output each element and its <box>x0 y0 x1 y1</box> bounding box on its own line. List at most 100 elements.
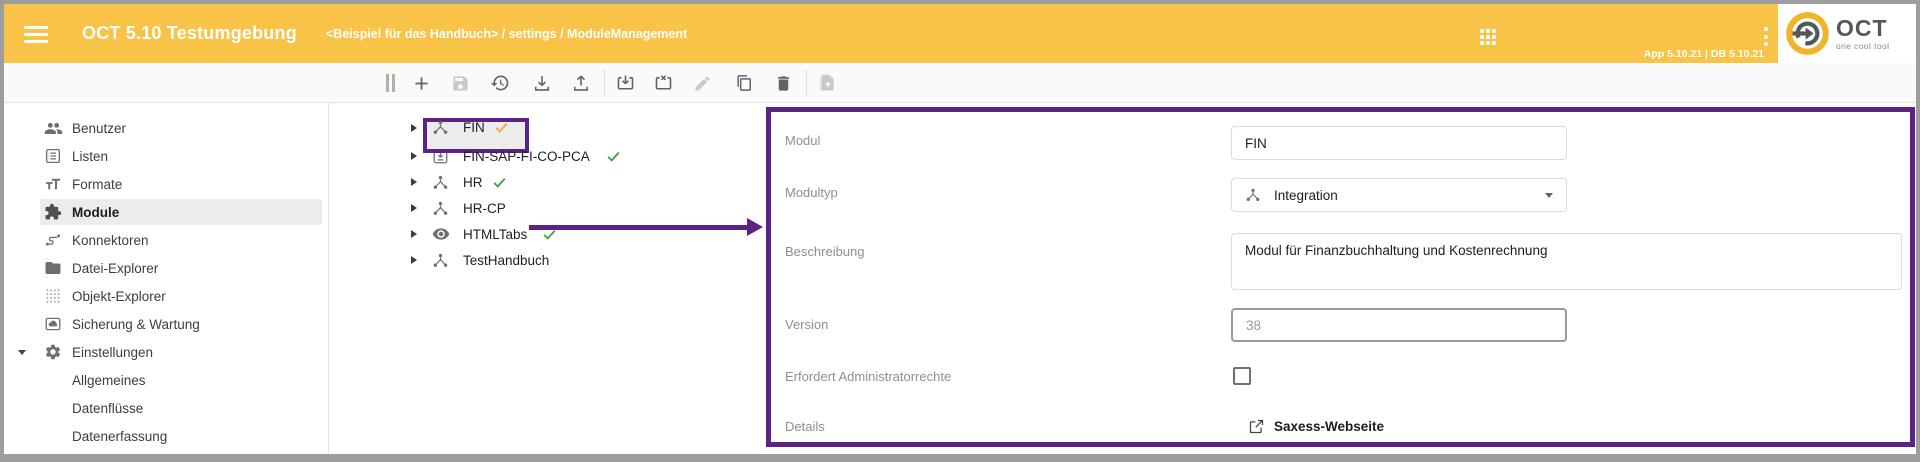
modul-label: Modul <box>785 133 820 148</box>
tree-expand-icon[interactable] <box>411 124 417 132</box>
screen-remove-icon <box>653 73 674 94</box>
modul-input[interactable] <box>1231 126 1567 160</box>
upload-icon <box>571 73 591 93</box>
oct-logo: OCT one cool tool <box>1778 4 1916 63</box>
annotation-arrow-head <box>747 218 763 236</box>
download-button[interactable] <box>531 72 553 94</box>
apps-grid-icon[interactable] <box>1480 29 1497 46</box>
list-icon <box>44 147 72 165</box>
view-module-icon <box>432 225 450 243</box>
app-window: OCT 5.10 Testumgebung <Beispiel für das … <box>0 0 1920 462</box>
modultyp-select[interactable]: Integration <box>1231 178 1567 212</box>
overflow-menu-icon[interactable] <box>1764 27 1769 46</box>
trash-icon <box>774 74 793 93</box>
tree-item-testhandbuch[interactable]: TestHandbuch <box>329 247 766 273</box>
expand-caret-icon[interactable] <box>18 350 26 355</box>
toolbar-separator <box>604 70 605 96</box>
saxess-website-link[interactable]: Saxess-Webseite <box>1248 418 1384 435</box>
sidebar-item-allgemeines[interactable]: Allgemeines <box>4 366 328 394</box>
sidebar-item-einstellungen[interactable]: Einstellungen <box>4 338 328 366</box>
status-check-green-icon <box>605 148 622 165</box>
saxess-website-label: Saxess-Webseite <box>1274 419 1384 434</box>
sidebar-item-benutzer[interactable]: Benutzer <box>4 114 328 142</box>
module-tree: FIN FIN-SAP-FI-CO-PCA HR HR-CP HTMLTabs <box>329 104 766 454</box>
document-export-icon <box>817 73 837 93</box>
module-detail-panel: Modul Modultyp Integration Beschreibung … <box>766 107 1915 447</box>
annotation-arrow <box>529 225 749 230</box>
menu-hamburger-icon[interactable] <box>24 26 48 43</box>
tree-item-hr-cp[interactable]: HR-CP <box>329 195 766 221</box>
integration-type-icon <box>1245 187 1261 203</box>
sidebar-item-konnektoren[interactable]: Konnektoren <box>4 226 328 254</box>
tree-item-hr[interactable]: HR <box>329 169 766 195</box>
delete-button[interactable] <box>772 72 794 94</box>
admin-rights-checkbox[interactable] <box>1233 367 1251 385</box>
logo-name: OCT <box>1836 17 1889 40</box>
version-info: App 5.10.21 | DB 5.10.21 <box>1644 48 1764 60</box>
admin-rights-label: Erfordert Administratorrechte <box>785 369 951 384</box>
tree-item-fin[interactable]: FIN <box>329 112 766 143</box>
add-button[interactable] <box>410 72 432 94</box>
sidebar-item-objekt-explorer[interactable]: Objekt-Explorer <box>4 282 328 310</box>
gear-icon <box>44 343 72 361</box>
beschreibung-textarea[interactable] <box>1231 233 1902 290</box>
modultyp-value: Integration <box>1274 188 1338 203</box>
copy-icon <box>734 73 754 93</box>
puzzle-icon <box>44 203 72 221</box>
export-report-button <box>816 72 838 94</box>
tree-expand-icon[interactable] <box>411 178 417 186</box>
status-check-amber-icon <box>493 119 510 136</box>
folder-icon <box>44 259 72 277</box>
panel-drag-handle[interactable] <box>386 74 395 92</box>
app-header: OCT 5.10 Testumgebung <Beispiel für das … <box>4 4 1916 63</box>
tree-expand-icon[interactable] <box>411 256 417 264</box>
nav-sidebar: Benutzer Listen Formate Module Konnektor… <box>4 104 328 454</box>
sidebar-item-datenerfassung[interactable]: Datenerfassung <box>4 422 328 450</box>
module-toolbar <box>4 63 1916 103</box>
tree-expand-icon[interactable] <box>411 204 417 212</box>
details-label: Details <box>785 419 825 434</box>
copy-button[interactable] <box>733 72 755 94</box>
install-module-button[interactable] <box>614 72 636 94</box>
uninstall-module-button[interactable] <box>652 72 674 94</box>
sidebar-item-sicherung-wartung[interactable]: Sicherung & Wartung <box>4 310 328 338</box>
connector-icon <box>44 231 72 249</box>
edit-button <box>691 72 713 94</box>
app-title: OCT 5.10 Testumgebung <box>82 23 297 44</box>
oct-logo-icon <box>1785 11 1830 56</box>
tree-expand-icon[interactable] <box>411 230 417 238</box>
screen-download-icon <box>615 73 636 94</box>
integration-module-icon <box>432 200 449 217</box>
breadcrumb[interactable]: <Beispiel für das Handbuch> / settings /… <box>326 27 687 41</box>
chevron-down-icon <box>1545 193 1553 198</box>
toolbar-separator <box>806 70 807 96</box>
logo-tagline: one cool tool <box>1836 42 1889 51</box>
text-format-icon <box>44 175 72 193</box>
integration-module-icon <box>432 174 449 191</box>
integration-module-icon <box>432 119 449 136</box>
pencil-icon <box>693 74 712 93</box>
sidebar-item-datenfluesse[interactable]: Datenflüsse <box>4 394 328 422</box>
external-link-icon <box>1248 418 1265 435</box>
version-input <box>1231 308 1567 342</box>
beschreibung-label: Beschreibung <box>785 244 865 259</box>
tree-expand-icon[interactable] <box>411 152 417 160</box>
sidebar-item-module[interactable]: Module <box>4 198 328 226</box>
integration-module-icon <box>432 252 449 269</box>
save-button <box>449 72 471 94</box>
upload-button[interactable] <box>570 72 592 94</box>
status-check-green-icon <box>491 174 508 191</box>
version-label: Version <box>785 317 828 332</box>
history-icon <box>490 73 510 93</box>
tree-item-fin-sap[interactable]: FIN-SAP-FI-CO-PCA <box>329 143 766 169</box>
plus-icon <box>411 73 432 94</box>
sidebar-item-datei-explorer[interactable]: Datei-Explorer <box>4 254 328 282</box>
dot-grid-icon <box>44 287 72 305</box>
save-icon <box>451 74 470 93</box>
users-icon <box>44 119 72 138</box>
modultyp-label: Modultyp <box>785 185 838 200</box>
download-icon <box>532 73 552 93</box>
restore-history-button[interactable] <box>489 72 511 94</box>
sidebar-item-formate[interactable]: Formate <box>4 170 328 198</box>
sidebar-item-listen[interactable]: Listen <box>4 142 328 170</box>
